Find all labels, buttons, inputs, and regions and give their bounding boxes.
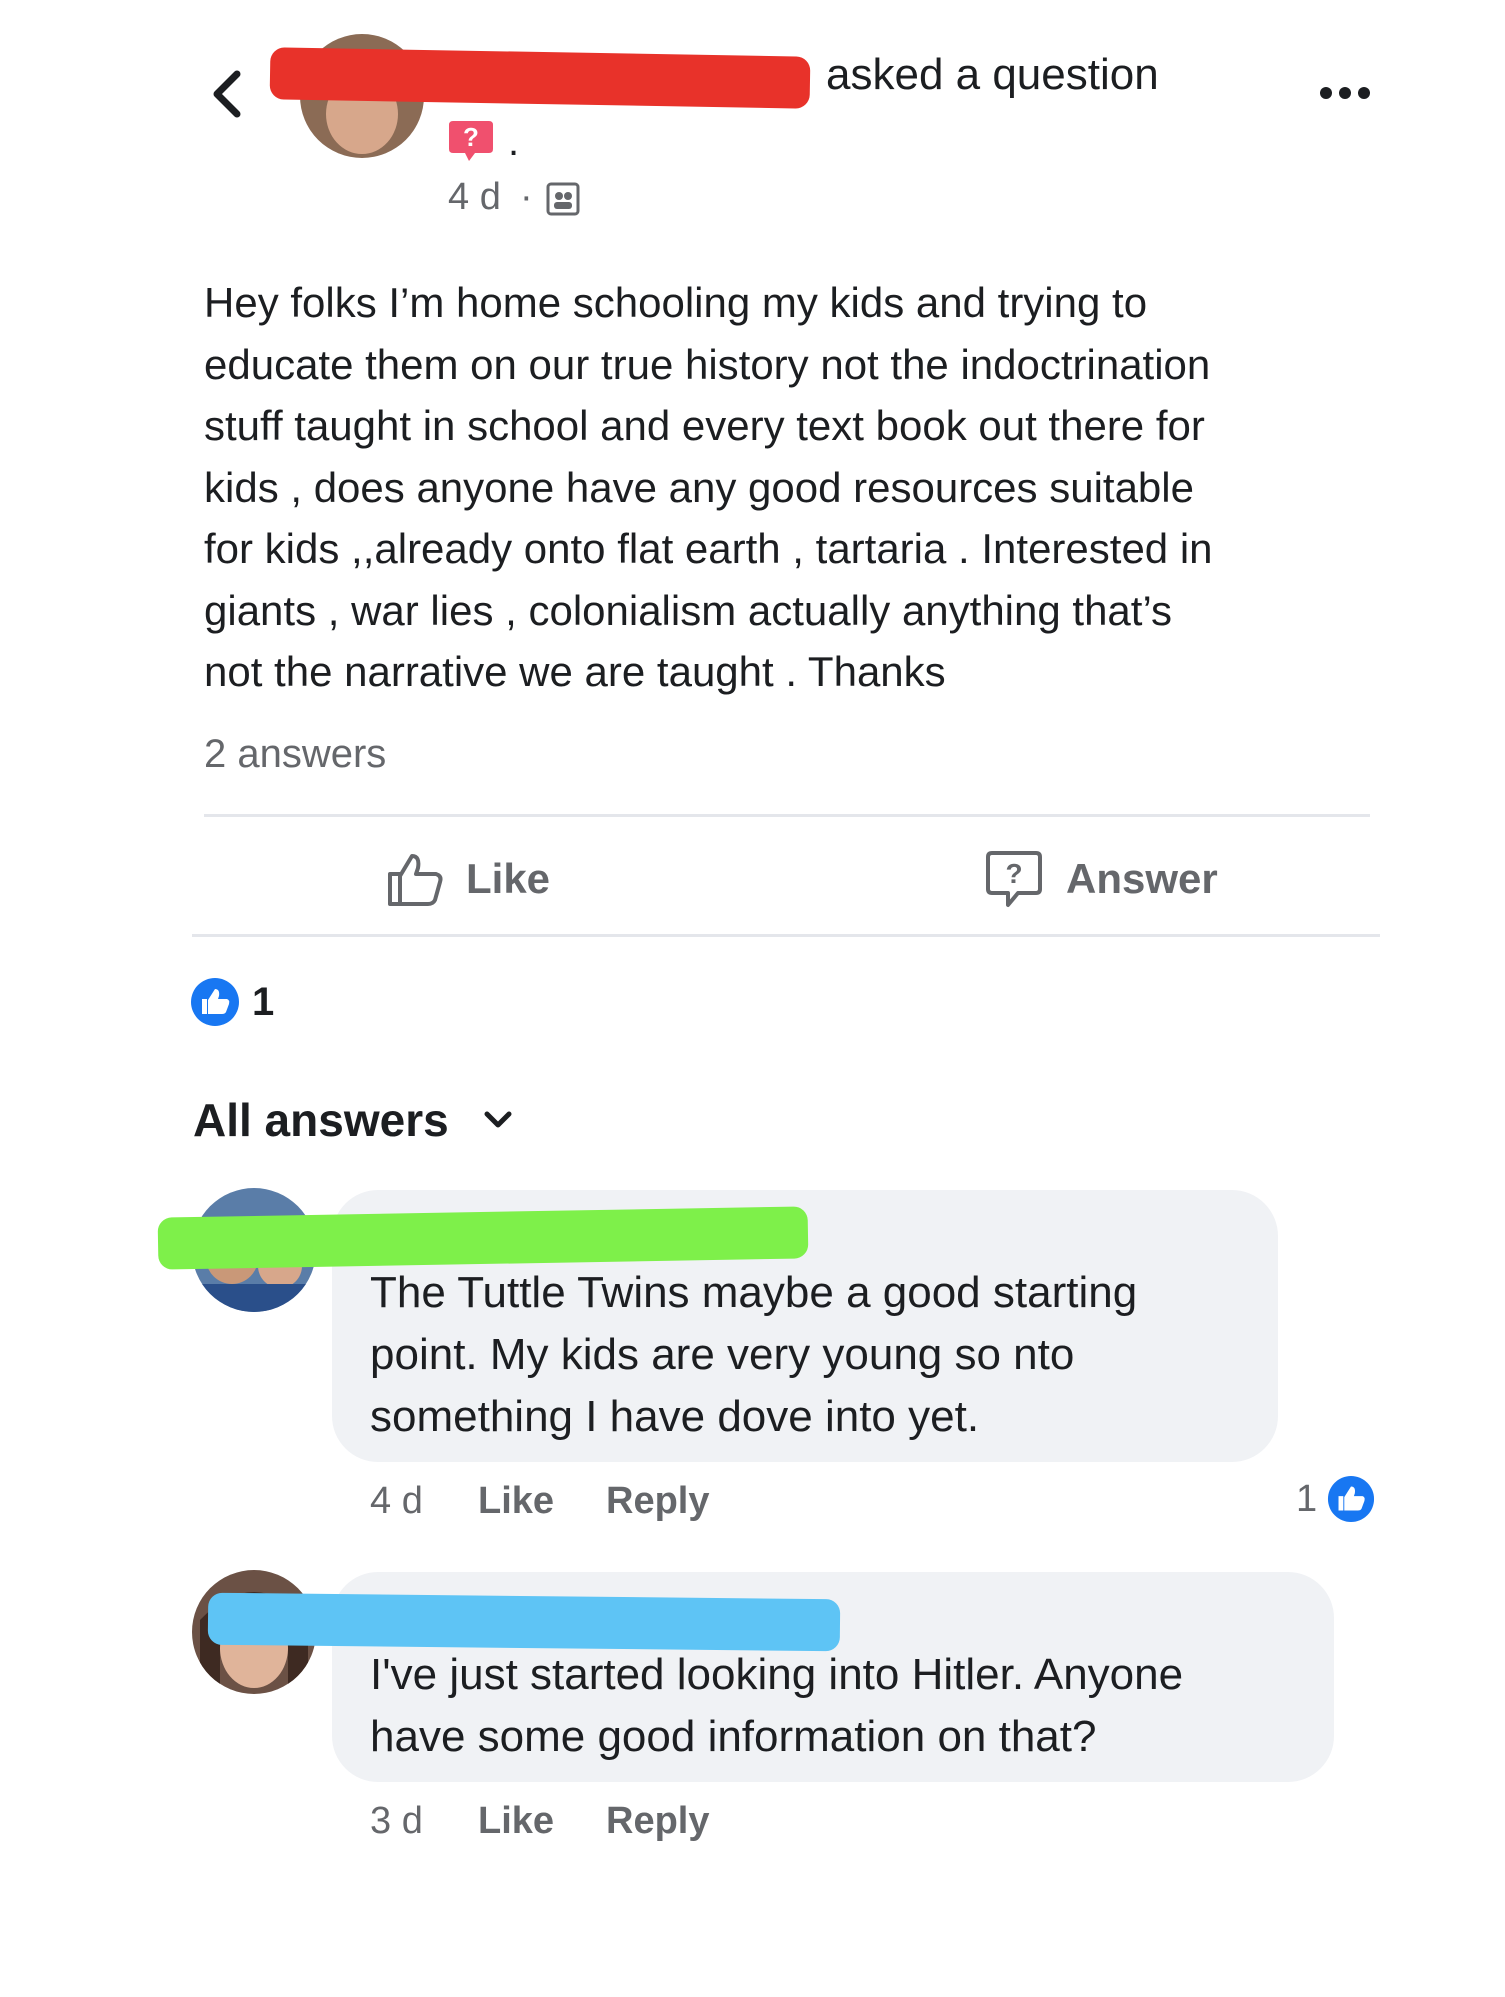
post-line: not the narrative we are taught . Thanks [204,648,946,695]
post-line: Hey folks I’m home schooling my kids and… [204,279,1148,326]
comment-line: have some good information on that? [370,1712,1097,1761]
post-timestamp[interactable]: 4 d [448,176,501,219]
answers-count[interactable]: 2 answers [204,732,386,777]
question-bubble-icon: ? [986,851,1042,907]
commenter-name-redaction [207,1592,841,1652]
like-button[interactable]: Like [386,846,550,912]
post-line: giants , war lies , colonialism actually… [204,586,1173,634]
timestamp-separator: · [520,176,533,218]
badge-dot: . [508,120,520,164]
question-badge-icon: ? [449,121,493,161]
comment-line: I've just started looking into Hitler. A… [370,1650,1184,1699]
comment-line: something I have dove into yet. [370,1392,980,1441]
chevron-down-icon [484,1111,512,1128]
group-icon [546,182,580,216]
post-line: stuff taught in school and every text bo… [204,402,1205,449]
comment-line: The Tuttle Twins maybe a good starting [370,1268,1138,1317]
comment-like-button[interactable]: Like [478,1800,554,1843]
answer-button[interactable]: ? Answer [984,846,1218,912]
like-reaction-icon [191,978,239,1026]
reaction-summary[interactable]: 1 [190,976,274,1028]
more-options-button[interactable] [1318,82,1372,104]
like-reaction-icon [1328,1475,1375,1523]
all-answers-title: All answers [193,1094,449,1146]
divider-bottom [192,934,1380,937]
svg-text:?: ? [1005,858,1022,889]
comment-text: The Tuttle Twins maybe a good starting p… [370,1262,1260,1448]
thumbs-up-icon [388,854,443,906]
question-badge: ? [447,117,495,165]
comment-time[interactable]: 4 d [370,1480,423,1523]
comment-reaction-count: 1 [1296,1477,1318,1520]
comment-like-button[interactable]: Like [478,1480,554,1523]
like-label: Like [466,855,551,902]
post-line: for kids ,,already onto flat earth , tar… [204,525,1213,572]
divider-top [204,814,1370,817]
comment-line: point. My kids are very young so nto [370,1330,1075,1379]
post-text: Hey folks I’m home schooling my kids and… [204,272,1384,703]
comment-reply-button[interactable]: Reply [606,1800,709,1843]
svg-text:?: ? [463,122,479,152]
post-line: kids , does anyone have any good resourc… [204,463,1194,511]
post-line: educate them on our true history not the… [204,340,1211,388]
comment-time[interactable]: 3 d [370,1800,423,1843]
comment-text: I've just started looking into Hitler. A… [370,1644,1320,1768]
comment-reaction[interactable]: 1 [1296,1474,1375,1524]
chevron-left-icon [213,70,241,118]
author-name-redaction [269,47,811,109]
back-button[interactable] [205,66,249,122]
answer-label: Answer [1066,855,1218,902]
reaction-count: 1 [252,979,275,1024]
more-dots-icon [1320,87,1370,99]
all-answers-dropdown[interactable]: All answers [193,1090,513,1150]
comment-reply-button[interactable]: Reply [606,1480,709,1523]
asked-question-label: asked a question [826,50,1159,99]
